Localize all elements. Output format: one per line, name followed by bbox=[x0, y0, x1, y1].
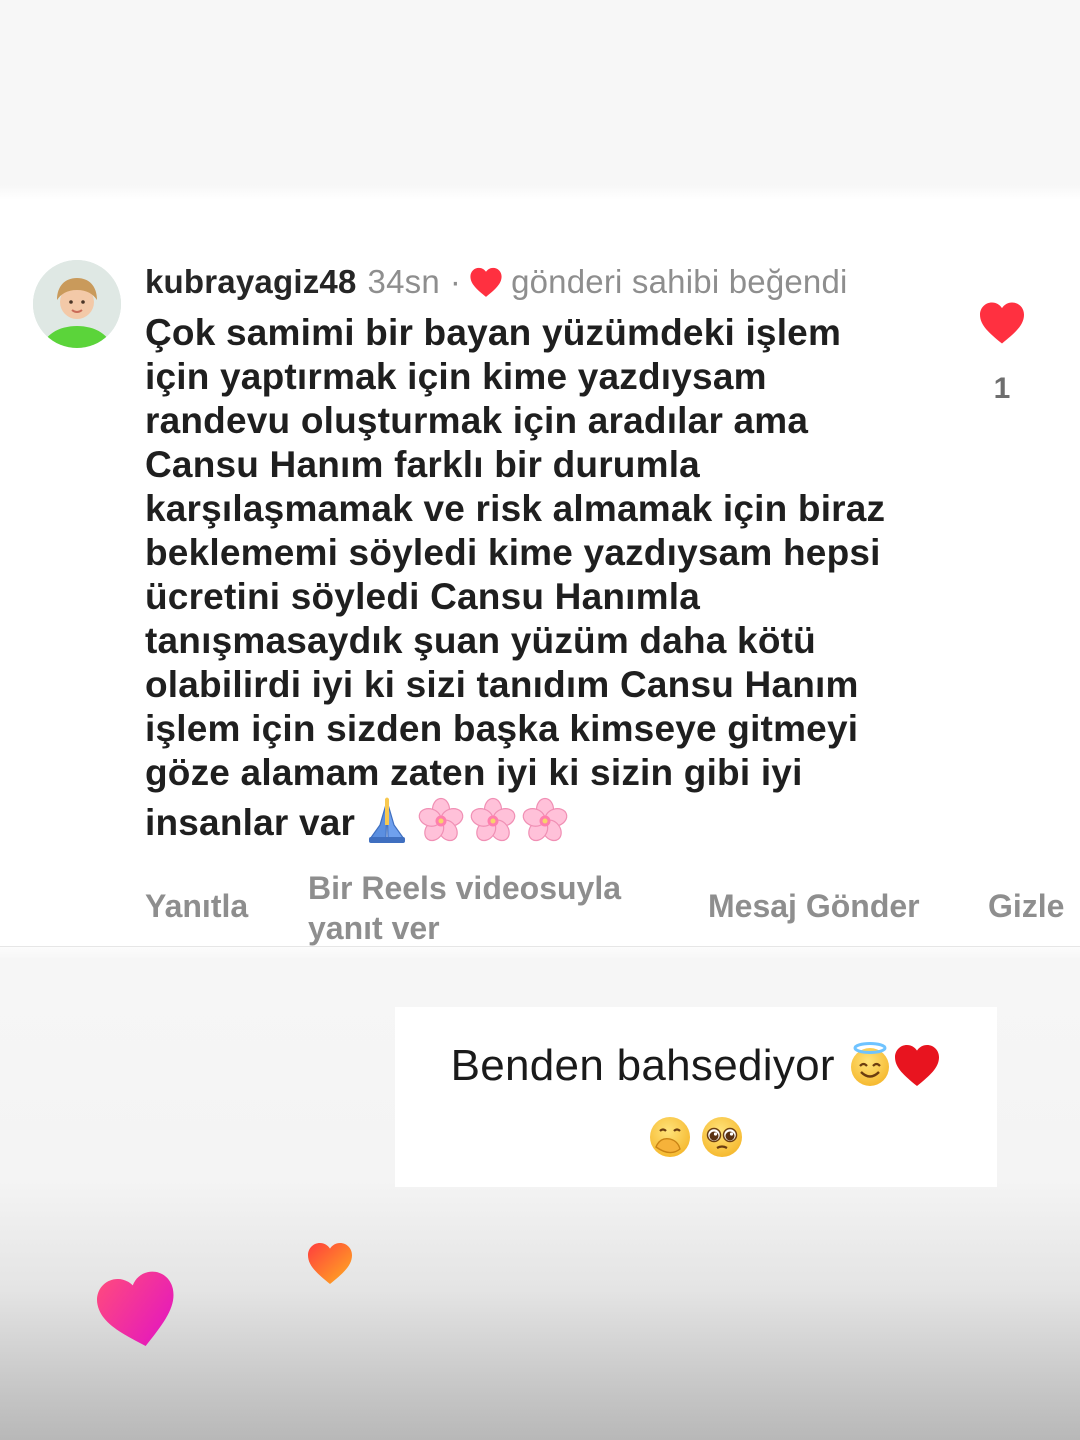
story-caption: Benden bahsediyor bbox=[395, 1007, 997, 1187]
heart-icon bbox=[469, 266, 503, 298]
smiling-face-with-halo-icon bbox=[851, 1042, 890, 1086]
comment-line-text: insanlar var bbox=[145, 802, 356, 843]
comment-line: göze alamam zaten iyi ki sizin gibi iyi bbox=[145, 752, 803, 793]
folded-hands-icon bbox=[368, 797, 406, 843]
comment-text: Çok samimi bir bayan yüzümdeki işlem içi… bbox=[145, 311, 945, 845]
separator-dot: · bbox=[449, 263, 462, 300]
comment-line: Çok samimi bir bayan yüzümdeki işlem bbox=[145, 312, 842, 353]
cherry-blossom-icon bbox=[521, 797, 569, 845]
comment-line: karşılaşmamak ve risk almamak için biraz bbox=[145, 488, 886, 529]
comment-meta: kubrayagiz48 34sn · gönderi sahibi beğen… bbox=[145, 260, 848, 304]
comment-line: Cansu Hanım farklı bir durumla bbox=[145, 444, 700, 485]
red-heart-icon bbox=[893, 1042, 941, 1088]
comment-time: 34sn bbox=[367, 263, 440, 300]
like-count: 1 bbox=[993, 372, 1011, 405]
comment-last-line: insanlar var bbox=[145, 795, 945, 845]
cherry-blossom-icon bbox=[469, 797, 517, 845]
face-with-hand-over-mouth-icon bbox=[649, 1117, 690, 1157]
pleading-face-icon bbox=[702, 1117, 743, 1157]
reply-button[interactable]: Yanıtla bbox=[145, 886, 248, 926]
caption-line: Benden bahsediyor bbox=[395, 1041, 997, 1091]
caption-emoji-line bbox=[395, 1113, 997, 1166]
heart-sticker-pink-icon bbox=[89, 1262, 188, 1358]
reels-reply-button[interactable]: Bir Reels videosuyla yanıt ver bbox=[308, 868, 678, 948]
comment-card: kubrayagiz48 34sn · gönderi sahibi beğen… bbox=[0, 200, 1080, 947]
username[interactable]: kubrayagiz48 bbox=[145, 263, 357, 301]
heart-sticker-orange-icon bbox=[306, 1240, 354, 1286]
comment-line: işlem için sizden başka kimseye gitmeyi bbox=[145, 708, 859, 749]
send-message-button[interactable]: Mesaj Gönder bbox=[708, 886, 920, 926]
like-heart-icon[interactable] bbox=[978, 300, 1026, 345]
hide-button[interactable]: Gizle bbox=[988, 886, 1064, 926]
cherry-blossom-icon bbox=[417, 797, 465, 845]
comment-line: ücretini söyledi Cansu Hanımla bbox=[145, 576, 700, 617]
comment-line: için yaptırmak için kime yazdıysam bbox=[145, 356, 767, 397]
comment-line: olabilirdi iyi ki sizi tanıdım Cansu Han… bbox=[145, 664, 859, 705]
comment-line: beklememi söyledi kime yazdıysam hepsi bbox=[145, 532, 881, 573]
comment-line: tanışmasaydık şuan yüzüm daha kötü bbox=[145, 620, 816, 661]
creator-liked-label: gönderi sahibi beğendi bbox=[511, 263, 848, 300]
avatar[interactable] bbox=[33, 260, 121, 348]
caption-text: Benden bahsediyor bbox=[450, 1041, 835, 1090]
comment-line: randevu oluşturmak için aradılar ama bbox=[145, 400, 809, 441]
